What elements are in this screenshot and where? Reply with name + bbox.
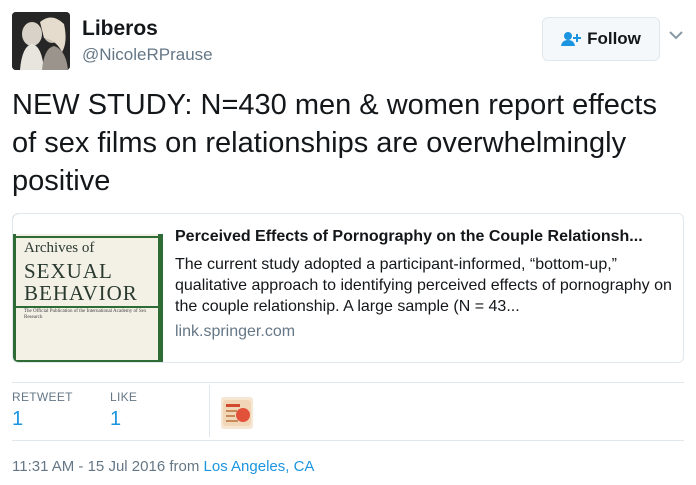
stats-top-divider [12, 382, 684, 383]
like-stat[interactable]: LIKE 1 [110, 390, 137, 431]
liker-avatar[interactable] [221, 397, 253, 429]
card-description: The current study adopted a participant-… [175, 256, 672, 315]
like-label: LIKE [110, 390, 138, 404]
like-count[interactable]: 1 [110, 408, 137, 431]
cover-subtitle: The Official Publication of the Internat… [24, 309, 147, 320]
link-card[interactable]: Archives of SEXUAL BEHAVIOR The Official… [12, 213, 684, 363]
author-display-name[interactable]: Liberos [82, 17, 158, 41]
from-text: from [169, 458, 200, 475]
retweet-count[interactable]: 1 [12, 408, 73, 431]
tweet-text: NEW STUDY: N=430 men & women report effe… [12, 89, 657, 197]
tweet-meta: 11:31 AM - 15 Jul 2016 from Los Angeles,… [12, 458, 314, 475]
cover-title-line1: Archives of [24, 240, 95, 256]
author-handle[interactable]: @NicoleRPrause [82, 45, 213, 65]
tweet-location[interactable]: Los Angeles, CA [204, 458, 315, 475]
more-options-chevron-down-icon[interactable] [668, 30, 684, 40]
retweet-stat[interactable]: RETWEET 1 [12, 390, 73, 431]
stats-separator [209, 385, 210, 437]
tweet-timestamp[interactable]: 11:31 AM - 15 Jul 2016 [12, 458, 165, 475]
card-title[interactable]: Perceived Effects of Pornography on the … [175, 228, 675, 246]
journal-cover: Archives of SEXUAL BEHAVIOR The Official… [16, 234, 158, 360]
retweet-label: RETWEET [12, 390, 73, 404]
add-user-icon [561, 31, 582, 47]
author-avatar[interactable] [12, 12, 70, 70]
follow-button-label: Follow [587, 29, 641, 48]
card-body: Perceived Effects of Pornography on the … [175, 228, 675, 341]
follow-button[interactable]: Follow [542, 17, 660, 61]
cover-title-line3: BEHAVIOR [24, 281, 138, 305]
card-domain: link.springer.com [175, 323, 296, 340]
stats-bottom-divider [12, 440, 684, 441]
journal-cover-thumbnail: Archives of SEXUAL BEHAVIOR The Official… [13, 214, 163, 362]
